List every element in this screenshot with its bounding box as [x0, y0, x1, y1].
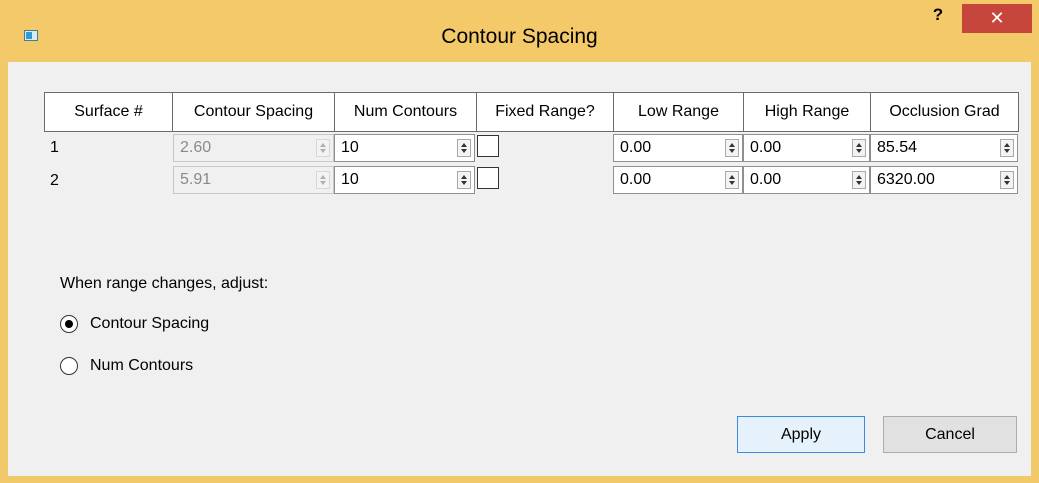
- radio-label: Contour Spacing: [90, 315, 210, 332]
- header-surface: Surface #: [45, 93, 173, 131]
- low-range-spinbox[interactable]: 0.00: [613, 134, 743, 162]
- title-bar[interactable]: Contour Spacing ? ✕: [0, 0, 1039, 62]
- contour-spacing-dialog: Contour Spacing ? ✕ Surface # Contour Sp…: [0, 0, 1039, 483]
- spin-arrows-icon[interactable]: [457, 139, 471, 157]
- num-contours-spinbox[interactable]: 10: [334, 134, 475, 162]
- spin-arrows-icon[interactable]: [457, 171, 471, 189]
- header-high-range: High Range: [744, 93, 871, 131]
- apply-button[interactable]: Apply: [737, 416, 865, 453]
- header-occlusion-grad: Occlusion Grad: [889, 103, 1000, 120]
- header-low-range: Low Range: [614, 93, 744, 131]
- header-num-contours: Num Contours: [335, 93, 477, 131]
- spin-value: 6320.00: [877, 171, 935, 188]
- num-contours-spinbox[interactable]: 10: [334, 166, 475, 194]
- contour-spacing-spinbox: 5.91: [173, 166, 334, 194]
- cancel-button[interactable]: Cancel: [883, 416, 1017, 453]
- contour-spacing-spinbox: 2.60: [173, 134, 334, 162]
- help-button[interactable]: ?: [918, 4, 958, 26]
- window-title: Contour Spacing: [441, 25, 598, 48]
- spin-value: 10: [341, 171, 359, 188]
- spin-value: 2.60: [180, 139, 212, 156]
- spin-value: 0.00: [620, 171, 652, 188]
- radio-label: Num Contours: [90, 357, 194, 374]
- row-surface-label: 1: [50, 139, 59, 156]
- high-range-spinbox[interactable]: 0.00: [743, 134, 870, 162]
- low-range-spinbox[interactable]: 0.00: [613, 166, 743, 194]
- table-header: Surface # Contour Spacing Num Contours F…: [44, 92, 1019, 132]
- radio-button-checked[interactable]: [60, 315, 78, 333]
- fixed-range-checkbox[interactable]: [477, 167, 499, 189]
- close-button[interactable]: ✕: [962, 4, 1032, 33]
- fixed-range-checkbox[interactable]: [477, 135, 499, 157]
- spin-arrows-icon: [316, 171, 330, 189]
- occlusion-grad-spinbox[interactable]: 6320.00: [870, 166, 1018, 194]
- spin-arrows-icon[interactable]: [1000, 171, 1014, 189]
- occlusion-grad-spinbox[interactable]: 85.54: [870, 134, 1018, 162]
- spin-value: 10: [341, 139, 359, 156]
- dialog-body: Surface # Contour Spacing Num Contours F…: [8, 62, 1031, 476]
- spin-arrows-icon: [316, 139, 330, 157]
- high-range-spinbox[interactable]: 0.00: [743, 166, 870, 194]
- spin-arrows-icon[interactable]: [725, 139, 739, 157]
- spin-arrows-icon[interactable]: [852, 171, 866, 189]
- header-contour-spacing: Contour Spacing: [173, 93, 335, 131]
- header-fixed-range: Fixed Range?: [477, 93, 614, 131]
- spin-value: 0.00: [620, 139, 652, 156]
- row-surface-label: 2: [50, 172, 59, 189]
- spin-arrows-icon[interactable]: [725, 171, 739, 189]
- spin-value: 5.91: [180, 171, 212, 188]
- radio-button[interactable]: [60, 357, 78, 375]
- spin-arrows-icon[interactable]: [852, 139, 866, 157]
- spin-arrows-icon[interactable]: [1000, 139, 1014, 157]
- spin-value: 0.00: [750, 171, 782, 188]
- spin-value: 85.54: [877, 139, 918, 156]
- spin-value: 0.00: [750, 139, 782, 156]
- adjust-group-label: When range changes, adjust:: [60, 275, 269, 292]
